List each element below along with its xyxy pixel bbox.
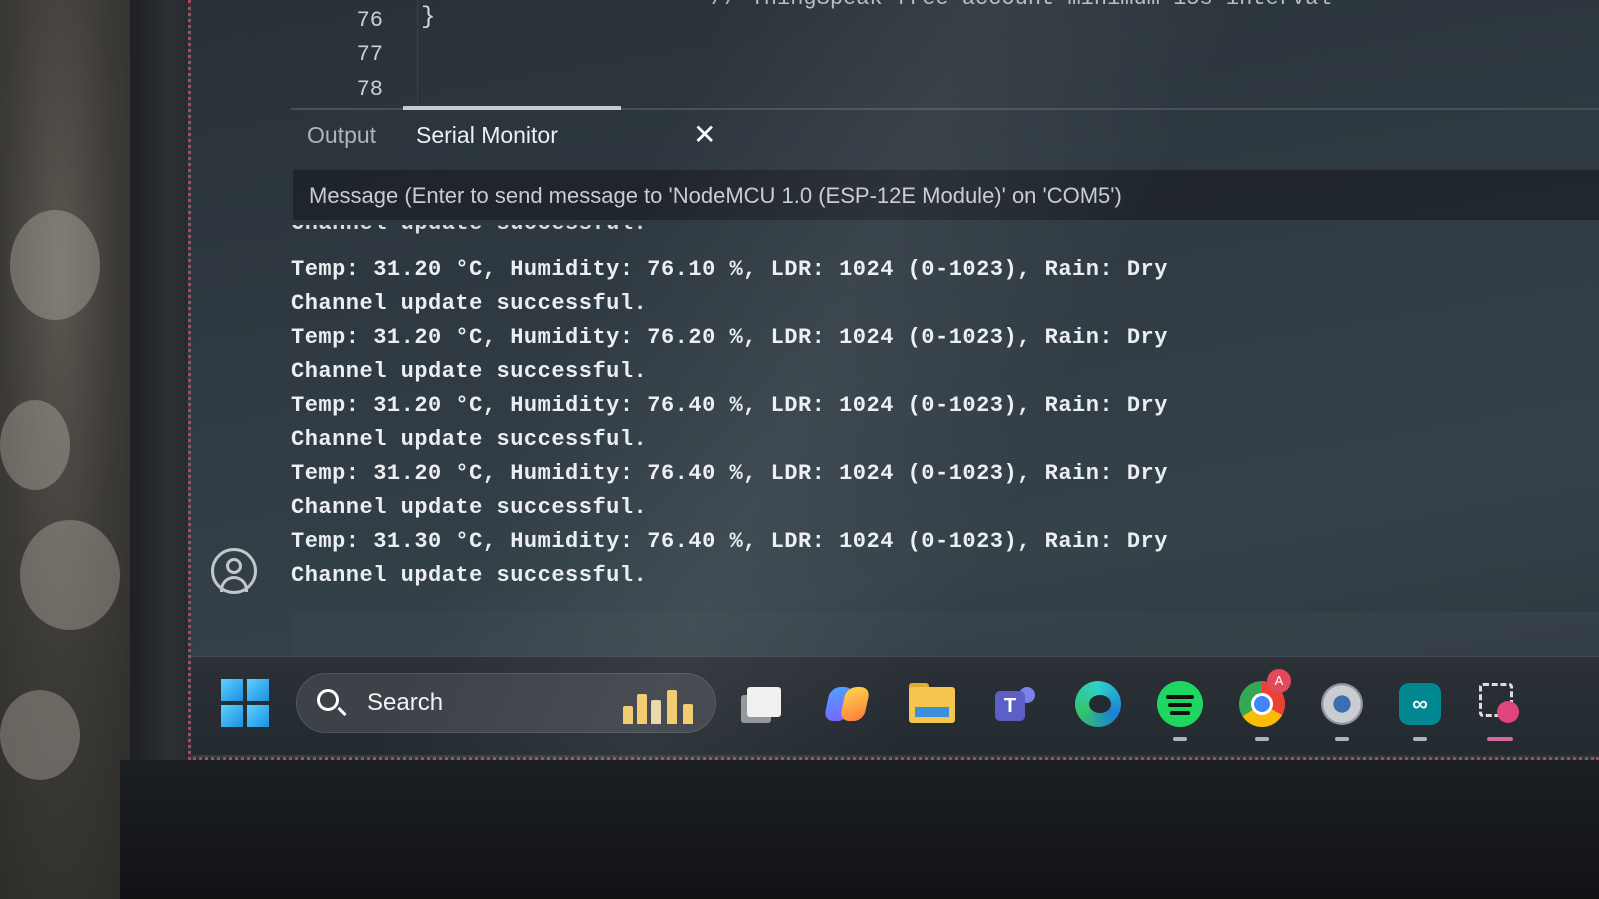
- copilot-icon[interactable]: [823, 679, 873, 729]
- settings-icon[interactable]: [1317, 679, 1367, 741]
- line-number: 76: [356, 8, 383, 33]
- windows-start-icon[interactable]: [221, 679, 271, 729]
- console-line: Temp: 31.20 °C, Humidity: 76.20 %, LDR: …: [291, 325, 1168, 350]
- chrome-profile-badge: A: [1267, 669, 1291, 693]
- search-label: Search: [367, 689, 444, 716]
- background-blob: [10, 210, 100, 320]
- background-blob: [0, 690, 80, 780]
- tab-serial-monitor[interactable]: Serial Monitor: [416, 122, 558, 149]
- task-view-icon[interactable]: [739, 679, 789, 729]
- background-blob: [0, 400, 70, 490]
- active-tab-indicator: [403, 106, 621, 110]
- line-number: 78: [356, 77, 383, 102]
- account-icon[interactable]: [211, 548, 257, 594]
- line-number: 77: [356, 42, 383, 67]
- search-icon: [317, 689, 339, 711]
- code-editor[interactable]: 76 77 78 } // ThingSpeak free account mi…: [291, 0, 1599, 110]
- console-line: Channel update successful.: [291, 563, 648, 588]
- active-indicator: [1487, 737, 1513, 741]
- message-bar: [293, 170, 1599, 220]
- panel-footer: [293, 612, 1599, 656]
- code-line[interactable]: }: [421, 4, 435, 31]
- running-indicator: [1413, 737, 1427, 741]
- monitor-bottom-bezel: [120, 760, 1599, 899]
- serial-message-input[interactable]: [307, 178, 1511, 214]
- gutter-separator: [417, 0, 418, 105]
- serial-monitor-output[interactable]: Channel update successful. Temp: 31.20 °…: [287, 225, 1387, 605]
- running-indicator: [1173, 737, 1187, 741]
- taskbar-search-box[interactable]: Search: [296, 673, 716, 733]
- taskbar: Search T A ∞: [191, 656, 1599, 755]
- chrome-icon[interactable]: A: [1237, 669, 1291, 741]
- running-indicator: [1255, 737, 1269, 741]
- teams-icon[interactable]: T: [991, 679, 1041, 729]
- tab-output[interactable]: Output: [307, 122, 376, 149]
- console-line: Channel update successful.: [291, 359, 648, 384]
- console-line: Channel update successful.: [291, 495, 648, 520]
- console-line: Channel update successful.: [291, 291, 648, 316]
- background-blob: [20, 520, 120, 630]
- file-explorer-icon[interactable]: [907, 679, 957, 729]
- console-line: Temp: 31.20 °C, Humidity: 76.40 %, LDR: …: [291, 461, 1168, 486]
- account-shoulders-shape: [220, 576, 248, 592]
- console-line: Channel update successful.: [291, 427, 648, 452]
- screen: 76 77 78 } // ThingSpeak free account mi…: [188, 0, 1599, 760]
- console-line: Temp: 31.30 °C, Humidity: 76.40 %, LDR: …: [291, 529, 1168, 554]
- running-indicator: [1335, 737, 1349, 741]
- console-line: Temp: 31.20 °C, Humidity: 76.40 %, LDR: …: [291, 393, 1168, 418]
- snipping-tool-icon[interactable]: [1475, 679, 1525, 741]
- console-line: Temp: 31.20 °C, Humidity: 76.10 %, LDR: …: [291, 257, 1168, 282]
- console-line: Channel update successful.: [291, 225, 647, 236]
- close-icon[interactable]: ✕: [693, 118, 716, 151]
- search-highlight-icon: [617, 684, 703, 724]
- account-head-shape: [226, 558, 242, 574]
- spotify-icon[interactable]: [1155, 679, 1205, 741]
- arduino-ide-icon[interactable]: ∞: [1395, 679, 1445, 741]
- edge-icon[interactable]: [1073, 679, 1123, 729]
- code-comment: // ThingSpeak free account minimum 15s i…: [711, 0, 1332, 11]
